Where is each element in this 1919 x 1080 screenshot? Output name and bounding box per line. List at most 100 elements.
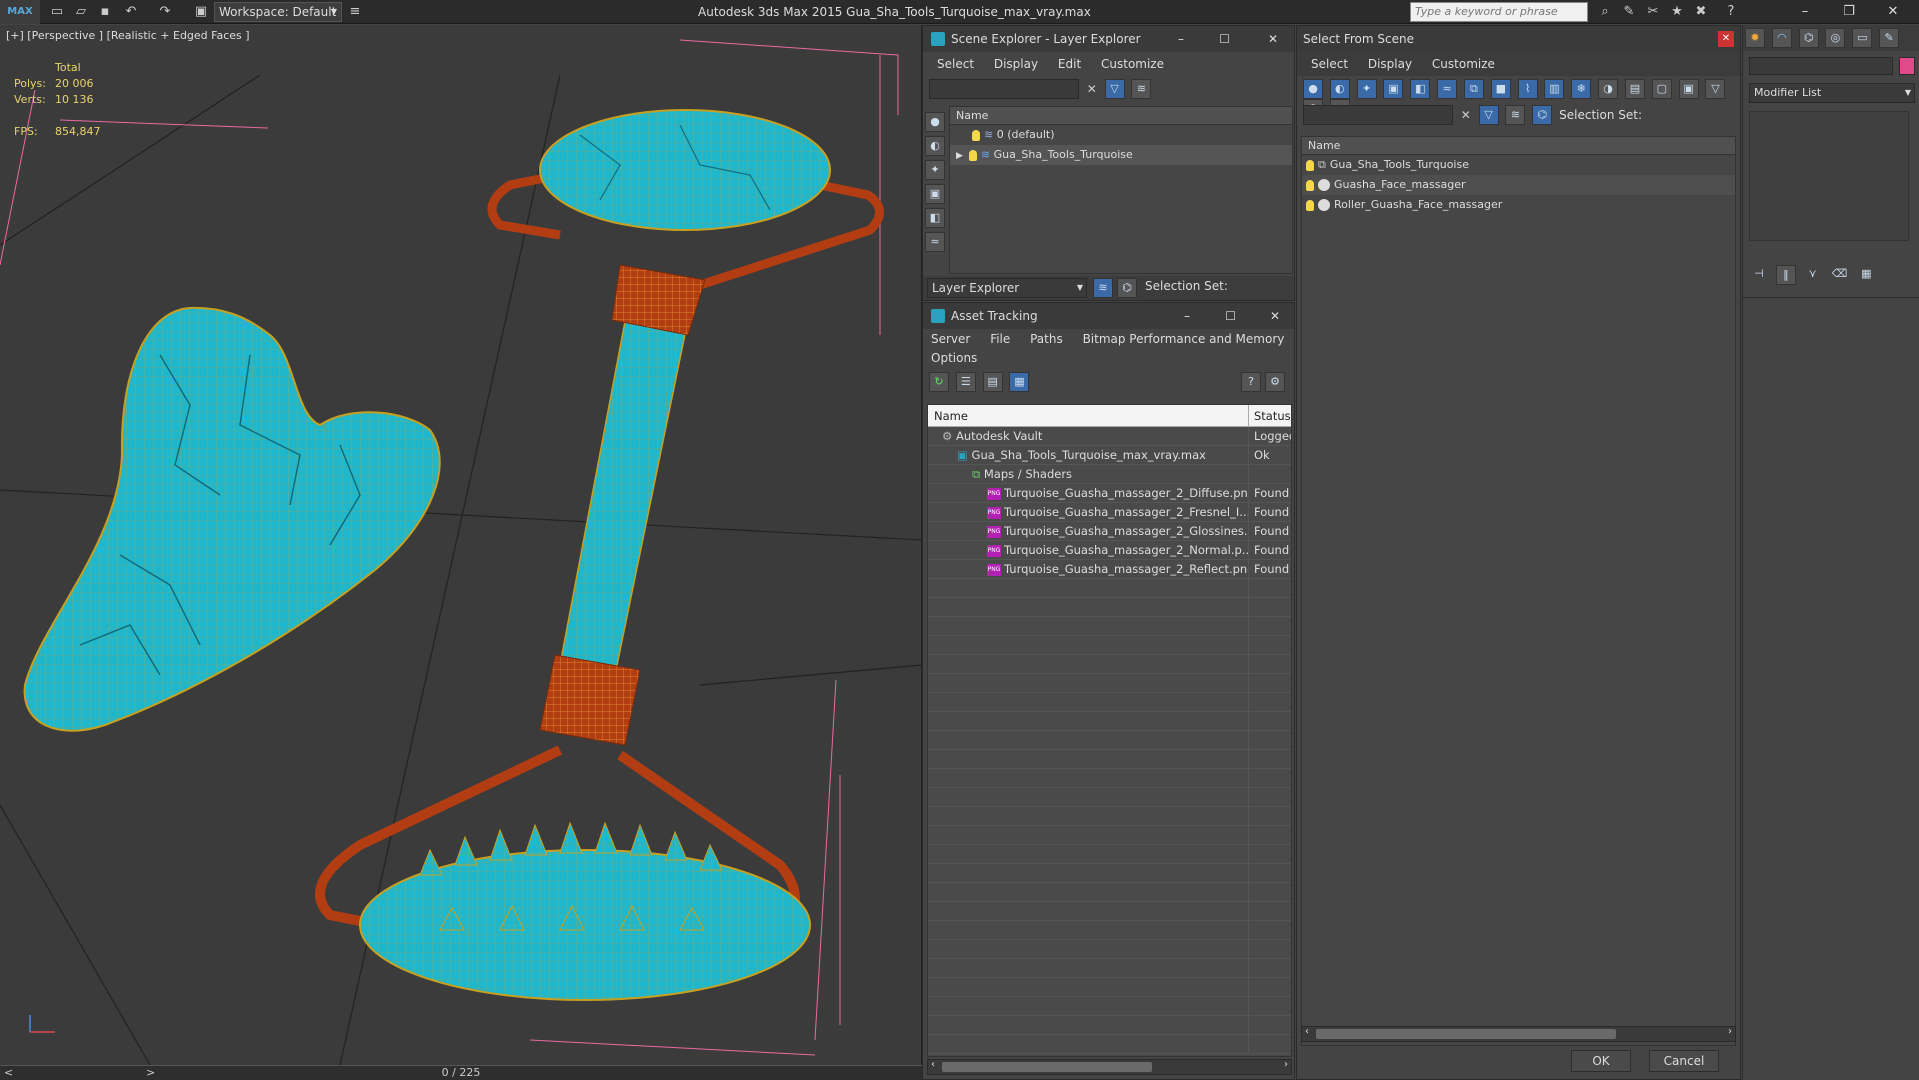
hierarchy-tab-icon[interactable]: ⌬ [1798,28,1819,48]
utilities-tab-icon[interactable]: ✎ [1879,28,1900,48]
filter-icon[interactable]: ▽ [1104,79,1125,99]
close-icon[interactable]: ✕ [1270,303,1280,329]
hierarchy-mode-icon[interactable]: ⌬ [1532,105,1553,125]
menu-display[interactable]: Display [994,57,1038,71]
menu-display[interactable]: Display [1368,57,1412,71]
menu-server[interactable]: Server [931,332,970,346]
star-icon[interactable]: ★ [1668,3,1686,21]
menu-edit[interactable]: Edit [1058,57,1081,71]
filter-xrefs-icon[interactable]: ■ [1490,79,1511,99]
object-row-guasha[interactable]: Guasha_Face_massager [1302,175,1735,195]
asset-row[interactable]: PNG Turquoise_Guasha_massager_2_Fresnel_I… [928,503,1291,522]
close-icon[interactable]: ✕ [1268,26,1278,52]
filter-helpers-icon[interactable]: ◧ [1410,79,1431,99]
close-icon[interactable]: ✕ [1718,31,1734,47]
display-helpers-icon[interactable]: ◧ [925,208,945,228]
motion-tab-icon[interactable]: ◎ [1825,28,1846,48]
save-icon[interactable]: ▪ [96,3,114,21]
bulb-icon[interactable] [968,149,977,161]
asset-row[interactable]: ⚙ Autodesk Vault Logged [928,427,1291,446]
filter-groups-icon[interactable]: ⧉ [1463,79,1484,99]
list-view-icon[interactable]: ☰ [955,372,976,392]
maximize-icon[interactable]: ☐ [1225,303,1236,329]
scroll-left-icon[interactable]: ‹ [1305,1026,1309,1037]
scene-explorer-titlebar[interactable]: Scene Explorer - Layer Explorer – ☐ ✕ [923,26,1294,52]
search-input[interactable]: Type a keyword or phrase [1410,2,1588,22]
redo-icon[interactable]: ↷ [156,3,174,21]
object-row-gua-sha-group[interactable]: ⧉ Gua_Sha_Tools_Turquoise [1302,155,1735,175]
scene-explorer-search[interactable] [929,79,1079,99]
expand-icon[interactable]: ▶ [956,151,963,161]
column-name[interactable]: Name [928,405,1249,427]
filter-frozen-icon[interactable]: ❄ [1571,79,1592,99]
layers-mode-icon[interactable]: ≋ [1093,278,1113,298]
bulb-icon[interactable] [972,129,980,141]
layer-list-header[interactable]: Name [950,107,1292,125]
bulb-icon[interactable] [1306,199,1314,211]
help-icon[interactable]: ? [1241,372,1261,392]
next-frame-icon[interactable]: > [146,1066,155,1080]
filter-geometry-icon[interactable]: ● [1303,79,1323,99]
asset-tracking-titlebar[interactable]: Asset Tracking – ☐ ✕ [923,303,1294,329]
close-button[interactable]: ✕ [1876,0,1910,24]
clear-search-icon[interactable]: ✕ [1457,105,1475,125]
modify-tab-icon[interactable]: ◠ [1771,28,1792,48]
configure-sets-icon[interactable]: ▦ [1856,265,1876,285]
menu-paths[interactable]: Paths [1030,332,1063,346]
filter-icon[interactable]: ▽ [1478,105,1499,125]
prev-frame-icon[interactable]: < [4,1066,13,1080]
select-none-icon[interactable]: ▢ [1651,79,1672,99]
settings-icon[interactable]: ⚙ [1265,372,1285,392]
layer-row-gua-sha[interactable]: ▶ ≋ Gua_Sha_Tools_Turquoise [950,145,1292,165]
time-slider[interactable]: < 0 / 225 > [0,1065,922,1080]
workspace-dropdown[interactable]: Workspace: Default ▼ [214,2,342,22]
select-invert-icon[interactable]: ▣ [1678,79,1699,99]
exchange-icon[interactable]: ✖ [1692,3,1710,21]
display-shapes-icon[interactable]: ◐ [925,136,945,156]
bulb-icon[interactable] [1306,179,1314,191]
bulb-icon[interactable] [1306,159,1314,171]
tools-icon[interactable]: ✎ [1620,3,1638,21]
select-all-icon[interactable]: ▤ [1624,79,1645,99]
menu-customize[interactable]: Customize [1101,57,1164,71]
filter-shapes-icon[interactable]: ◐ [1329,79,1350,99]
display-tab-icon[interactable]: ▭ [1852,28,1873,48]
filter-spacewarps-icon[interactable]: ≈ [1437,79,1458,99]
subscription-icon[interactable]: ✂ [1644,3,1662,21]
ok-button[interactable]: OK [1571,1050,1631,1072]
asset-row[interactable]: PNG Turquoise_Guasha_massager_2_Normal.p.… [928,541,1291,560]
scroll-thumb[interactable] [1316,1029,1616,1039]
viewport-label[interactable]: [+] [Perspective ] [Realistic + Edged Fa… [6,29,250,42]
asset-row[interactable]: PNG Turquoise_Guasha_massager_2_Reflect.p… [928,560,1291,579]
filter-funnel-icon[interactable]: ▽ [1705,79,1726,99]
perspective-viewport[interactable]: [+] [Perspective ] [Realistic + Edged Fa… [0,25,922,1065]
object-name-field[interactable] [1749,57,1893,75]
maximize-icon[interactable]: ☐ [1219,26,1230,52]
clear-search-icon[interactable]: ✕ [1083,79,1101,99]
cancel-button[interactable]: Cancel [1649,1050,1719,1072]
layers-icon[interactable]: ≋ [1505,105,1526,125]
column-status[interactable]: Status [1250,405,1291,427]
menu-options[interactable]: Options [931,351,977,365]
filter-cameras-icon[interactable]: ▣ [1383,79,1404,99]
select-search-input[interactable] [1303,105,1453,125]
object-row-roller[interactable]: Roller_Guasha_Face_massager [1302,195,1735,215]
show-end-result-icon[interactable]: ‖ [1775,265,1796,285]
app-logo[interactable]: MAX [0,0,40,24]
scroll-thumb[interactable] [942,1062,1152,1072]
filter-hidden-icon[interactable]: ◑ [1598,79,1619,99]
menu-arrow-icon[interactable]: ≡ [346,3,364,21]
grid-view-icon[interactable]: ▦ [1009,372,1030,392]
create-tab-icon[interactable]: ✹ [1745,28,1765,48]
restore-button[interactable]: ❐ [1832,0,1866,24]
asset-row[interactable]: ⧉ Maps / Shaders [928,465,1291,484]
open-file-icon[interactable]: ▱ [72,3,90,21]
display-cameras-icon[interactable]: ▣ [925,184,945,204]
menu-select[interactable]: Select [937,57,974,71]
menu-bitmap-performance[interactable]: Bitmap Performance and Memory [1083,332,1285,346]
new-file-icon[interactable]: ▭ [48,3,66,21]
menu-select[interactable]: Select [1311,57,1348,71]
project-folder-icon[interactable]: ▣ [192,3,210,21]
layer-tool-icon[interactable]: ≋ [1131,79,1152,99]
binoculars-icon[interactable]: ⌕ [1596,3,1614,21]
